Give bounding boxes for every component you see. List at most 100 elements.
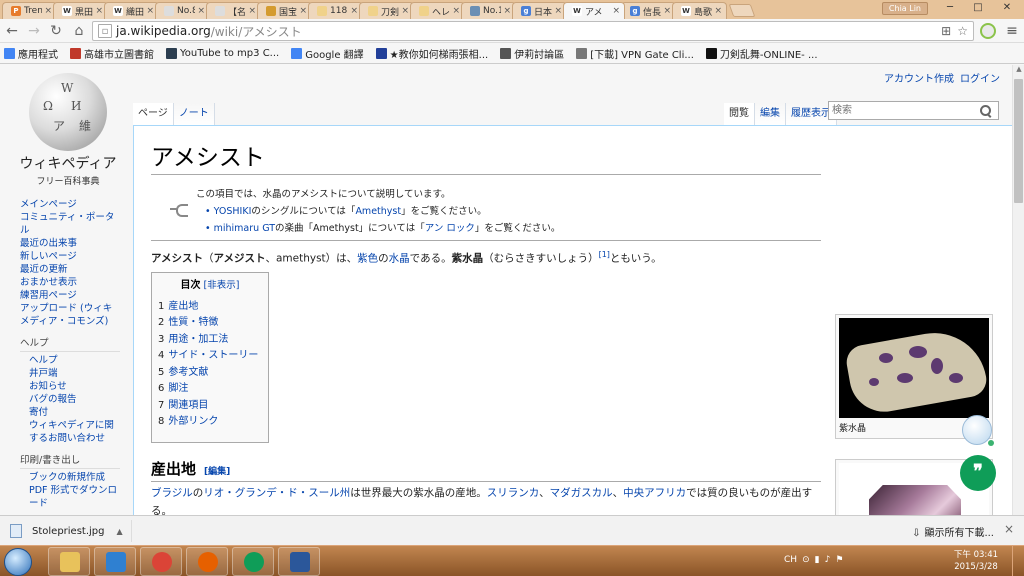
browser-tab[interactable]: W 島歌 × [672,2,727,19]
toc-link[interactable]: 7 関連項目 [158,398,262,415]
toc-link[interactable]: 2 性質・特徴 [158,315,262,332]
bookmark-item[interactable]: 應用程式 [4,46,58,61]
address-bar[interactable]: ▫ ja.wikipedia.org/wiki/アメシスト ⊞ ☆ [92,21,974,41]
scroll-thumb[interactable] [1014,79,1023,203]
link-central-africa[interactable]: 中央アフリカ [623,487,686,499]
taskbar-app-button[interactable] [140,547,182,576]
close-tab-icon[interactable]: × [248,6,256,16]
language-indicator[interactable]: CH [784,555,797,565]
bookmark-star-icon[interactable]: ☆ [957,24,968,38]
browser-tab[interactable]: 国宝 × [257,2,312,19]
toc-link[interactable]: 5 参考文献 [158,365,262,382]
download-item[interactable]: Stolepriest.jpg ▲ [4,520,132,542]
forward-arrow-icon[interactable]: → [25,22,43,40]
start-button-icon[interactable] [4,548,32,576]
sidebar-help-link[interactable]: ヘルプ [29,354,120,367]
bookmark-item[interactable]: Google 翻譯 [291,46,364,61]
taskbar-app-button[interactable] [94,547,136,576]
new-tab-button[interactable] [728,4,756,17]
toc-link[interactable]: 8 外部リンク [158,414,262,431]
view-tab[interactable]: 編集 [755,103,786,125]
close-tab-icon[interactable]: × [44,6,52,16]
bookmark-item[interactable]: ★教你如何梯雨張相... [375,46,488,61]
browser-tab[interactable]: g 日本 × [512,2,567,19]
browser-tab[interactable]: 118 × [308,2,363,19]
volume-icon[interactable]: ♪ [825,555,831,565]
toc-toggle[interactable]: [非表示] [204,280,240,291]
translate-icon[interactable]: ⊞ [941,24,951,38]
namespace-tab[interactable]: ノート [173,103,215,125]
show-all-downloads-link[interactable]: ⇩ 顯示所有下載... [912,524,994,539]
amethyst-cluster-image[interactable] [839,318,989,418]
hatnote-link[interactable]: mihimaru GT [214,223,275,234]
home-icon[interactable]: ⌂ [70,22,88,40]
browser-tab[interactable]: W 織田 × [104,2,159,19]
maximize-icon[interactable]: □ [964,0,992,16]
link-brazil[interactable]: ブラジル [151,487,193,499]
extension-icon[interactable] [980,23,996,39]
hatnote-link[interactable]: アン ロック [425,223,475,234]
hatnote-link[interactable]: YOSHIKI [214,206,252,217]
close-tab-icon[interactable]: × [554,6,562,16]
page-scrollbar[interactable]: ▲ [1012,65,1024,515]
link-purple[interactable]: 紫色 [357,253,378,265]
search-icon[interactable] [979,104,993,118]
toc-link[interactable]: 6 脚注 [158,381,262,398]
close-tab-icon[interactable]: × [197,6,205,16]
browser-tab[interactable]: 刀剣 × [359,2,414,19]
close-tab-icon[interactable]: × [714,6,722,16]
browser-tab[interactable]: W アメ × [563,2,625,19]
sidebar-nav-link[interactable]: アップロード (ウィキメディア・コモンズ) [20,302,120,328]
close-tab-icon[interactable]: × [503,6,511,16]
sidebar-print-link[interactable]: ブックの新規作成 [29,471,120,484]
browser-tab[interactable]: No.8× [155,2,210,19]
browser-tab[interactable]: W 黒田 × [53,2,108,19]
sidebar-help-link[interactable]: バグの報告 [29,393,120,406]
network-icon[interactable]: ▮ [815,555,820,565]
sidebar-nav-link[interactable]: メインページ [20,198,120,211]
sidebar-nav-link[interactable]: 新しいページ [20,250,120,263]
sidebar-print-link[interactable]: PDF 形式でダウンロード [29,484,120,510]
close-tab-icon[interactable]: × [350,6,358,16]
browser-tab[interactable]: 【名 × [206,2,261,19]
sidebar-help-link[interactable]: お知らせ [29,380,120,393]
browser-tab[interactable]: No.1× [461,2,516,19]
sidebar-help-link[interactable]: 井戸端 [29,367,120,380]
taskbar-app-button[interactable] [186,547,228,576]
reference-link[interactable]: [1] [599,250,610,259]
close-tab-icon[interactable]: × [95,6,103,16]
toc-link[interactable]: 4 サイド・ストーリー [158,348,262,365]
link-madagascar[interactable]: マダガスカル [550,487,613,499]
flag-icon[interactable]: ⚑ [835,555,843,565]
scroll-up-icon[interactable]: ▲ [1013,65,1024,77]
bookmark-item[interactable]: 伊莉討論區 [500,46,564,61]
toc-link[interactable]: 1 産出地 [158,299,262,316]
back-arrow-icon[interactable]: ← [3,22,21,40]
sidebar-help-link[interactable]: ウィキペディアに関するお問い合わせ [29,419,120,445]
close-window-icon[interactable]: ✕ [992,0,1022,16]
namespace-tab[interactable]: ページ [133,103,174,125]
close-tab-icon[interactable]: × [663,6,671,16]
link-rio-grande[interactable]: リオ・グランデ・ド・スール州 [203,487,350,499]
bookmark-item[interactable]: 刀剣乱舞-ONLINE- ... [705,46,818,61]
sidebar-nav-link[interactable]: 最近の出来事 [20,237,120,250]
sidebar-nav-link[interactable]: おまかせ表示 [20,276,120,289]
bookmark-item[interactable]: [下載] VPN Gate Cli... [576,46,694,61]
search-input[interactable] [829,102,979,119]
close-tab-icon[interactable]: × [401,6,409,16]
ime-icon[interactable]: ⊙ [802,555,810,565]
chevron-up-icon[interactable]: ▲ [117,527,123,536]
menu-icon[interactable]: ≡ [1004,22,1020,40]
profile-badge[interactable]: Chia Lin [881,2,928,15]
close-tab-icon[interactable]: × [452,6,460,16]
edit-section-link[interactable]: [編集] [204,467,230,477]
view-tab[interactable]: 閲覧 [724,103,755,125]
login-link[interactable]: ログイン [960,74,1000,85]
toc-link[interactable]: 3 用途・加工法 [158,332,262,349]
bookmark-item[interactable]: YouTube to mp3 C... [166,47,279,59]
browser-tab[interactable]: ヘレ × [410,2,465,19]
sidebar-nav-link[interactable]: コミュニティ・ポータル [20,211,120,237]
bookmark-item[interactable]: 高雄市立圖書館 [70,46,154,61]
sidebar-help-link[interactable]: 寄付 [29,406,120,419]
hatnote-link[interactable]: Amethyst [355,206,401,217]
